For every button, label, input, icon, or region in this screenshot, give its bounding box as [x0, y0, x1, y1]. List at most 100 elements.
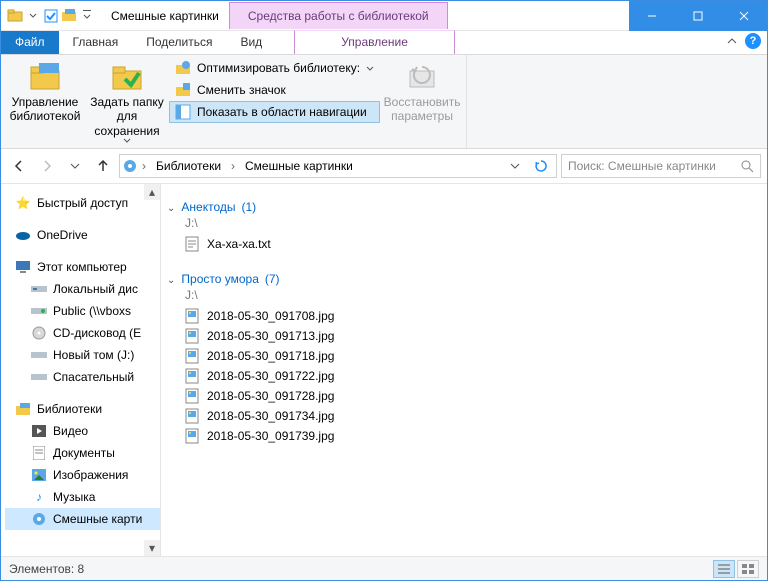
file-item[interactable]: 2018-05-30_091739.jpg [167, 426, 757, 446]
file-item[interactable]: 2018-05-30_091728.jpg [167, 386, 757, 406]
contextual-tab-header: Средства работы с библиотекой [229, 2, 448, 29]
manage-library-button[interactable]: Управление библиотекой [5, 57, 85, 128]
help-icon[interactable]: ? [745, 33, 761, 49]
manage-library-label: Управление библиотекой [10, 95, 81, 124]
tree-this-pc[interactable]: Этот компьютер [5, 256, 160, 278]
network-drive-icon [31, 303, 47, 319]
image-file-icon [185, 348, 201, 364]
tree-pictures[interactable]: Изображения [5, 464, 160, 486]
tree-new-volume[interactable]: Новый том (J:) [5, 344, 160, 366]
tree-cd-drive[interactable]: CD-дисковод (E [5, 322, 160, 344]
collapse-icon[interactable]: ⌄ [167, 203, 175, 214]
close-button[interactable] [721, 1, 767, 31]
window-controls [629, 1, 767, 31]
details-view-button[interactable] [713, 560, 735, 578]
tree-documents[interactable]: Документы [5, 442, 160, 464]
image-file-icon [185, 408, 201, 424]
tree-libraries[interactable]: Библиотеки [5, 398, 160, 420]
optimize-library-button[interactable]: Оптимизировать библиотеку: [169, 57, 380, 79]
restore-settings-button[interactable]: Восстановить параметры [382, 57, 462, 128]
nav-scroll-down[interactable]: ▾ [144, 540, 160, 556]
file-item[interactable]: 2018-05-30_091722.jpg [167, 366, 757, 386]
collapse-icon[interactable]: ⌄ [167, 275, 175, 286]
image-file-icon [185, 328, 201, 344]
navigation-pane[interactable]: ▴ ⭐Быстрый доступ OneDrive Этот компьюте… [1, 184, 161, 556]
thumbnails-view-button[interactable] [737, 560, 759, 578]
chevron-right-icon[interactable]: › [140, 159, 148, 173]
maximize-button[interactable] [675, 1, 721, 31]
library-icon[interactable] [61, 8, 77, 24]
tree-video[interactable]: Видео [5, 420, 160, 442]
search-input[interactable]: Поиск: Смешные картинки [561, 154, 761, 178]
recent-locations-button[interactable] [63, 154, 87, 178]
file-item[interactable]: 2018-05-30_091718.jpg [167, 346, 757, 366]
optimize-icon [175, 60, 191, 76]
qat-overflow-icon[interactable] [79, 8, 95, 24]
folder-icon [7, 8, 23, 24]
tree-quick-access[interactable]: ⭐Быстрый доступ [5, 192, 160, 214]
nav-scroll-up[interactable]: ▴ [144, 184, 160, 200]
file-item[interactable]: 2018-05-30_091734.jpg [167, 406, 757, 426]
quick-access-toolbar [1, 8, 101, 24]
forward-button[interactable] [35, 154, 59, 178]
file-name: 2018-05-30_091713.jpg [207, 329, 334, 343]
tree-music[interactable]: ♪Музыка [5, 486, 160, 508]
image-file-icon [185, 368, 201, 384]
tab-view[interactable]: Вид [226, 31, 276, 54]
change-icon-button[interactable]: Сменить значок [169, 79, 380, 101]
status-item-count: Элементов: 8 [9, 562, 84, 576]
group-header[interactable]: ⌄ Просто умора (7) [167, 272, 757, 286]
image-file-icon [185, 388, 201, 404]
dropdown-icon [366, 66, 374, 71]
group-count: (1) [241, 200, 256, 214]
content-pane[interactable]: ⌄ Анектоды (1) J:\ Ха-ха-ха.txt ⌄ Просто… [161, 184, 767, 556]
change-icon-icon [175, 82, 191, 98]
chevron-right-icon[interactable]: › [229, 159, 237, 173]
set-save-folder-button[interactable]: Задать папку для сохранения [87, 57, 167, 147]
group-header[interactable]: ⌄ Анектоды (1) [167, 200, 757, 214]
image-file-icon [185, 428, 201, 444]
breadcrumb-current[interactable]: Смешные картинки [239, 157, 359, 175]
tree-rescue[interactable]: Спасательный [5, 366, 160, 388]
navigation-bar: › Библиотеки › Смешные картинки Поиск: С… [1, 149, 767, 183]
minimize-button[interactable] [629, 1, 675, 31]
properties-icon[interactable] [43, 8, 59, 24]
tree-onedrive[interactable]: OneDrive [5, 224, 160, 246]
up-button[interactable] [91, 154, 115, 178]
group-count: (7) [265, 272, 280, 286]
tab-share[interactable]: Поделиться [132, 31, 226, 54]
text-file-icon [185, 236, 201, 252]
window-title: Смешные картинки [101, 9, 229, 23]
group-title: Просто умора [181, 272, 258, 286]
show-in-nav-button[interactable]: Показать в области навигации [169, 101, 380, 123]
save-folder-icon [111, 61, 143, 93]
address-bar[interactable]: › Библиотеки › Смешные картинки [119, 154, 557, 178]
breadcrumb-libraries[interactable]: Библиотеки [150, 157, 227, 175]
file-item[interactable]: Ха-ха-ха.txt [167, 234, 757, 254]
drive-icon [31, 369, 47, 385]
status-bar: Элементов: 8 [1, 556, 767, 580]
file-name: 2018-05-30_091722.jpg [207, 369, 334, 383]
file-item[interactable]: 2018-05-30_091713.jpg [167, 326, 757, 346]
tab-manage[interactable]: Управление [294, 30, 455, 54]
star-icon: ⭐ [15, 195, 31, 211]
ribbon-tabs: Файл Главная Поделиться Вид Управление ? [1, 31, 767, 55]
pc-icon [15, 259, 31, 275]
ribbon-collapse-icon[interactable] [727, 36, 737, 46]
tree-public[interactable]: Public (\\vboxs [5, 300, 160, 322]
tab-file[interactable]: Файл [1, 31, 59, 54]
document-icon [31, 445, 47, 461]
view-toggle [713, 560, 759, 578]
tab-home[interactable]: Главная [59, 31, 133, 54]
titlebar: Смешные картинки Средства работы с библи… [1, 1, 767, 31]
refresh-button[interactable] [528, 159, 554, 173]
tree-current-library[interactable]: Смешные карти [5, 508, 160, 530]
file-name: 2018-05-30_091739.jpg [207, 429, 334, 443]
change-icon-label: Сменить значок [197, 83, 286, 97]
qat-dropdown-icon[interactable] [25, 8, 41, 24]
address-dropdown-icon[interactable] [504, 161, 526, 171]
restore-icon [406, 61, 438, 93]
back-button[interactable] [7, 154, 31, 178]
tree-local-disk[interactable]: Локальный дис [5, 278, 160, 300]
file-item[interactable]: 2018-05-30_091708.jpg [167, 306, 757, 326]
